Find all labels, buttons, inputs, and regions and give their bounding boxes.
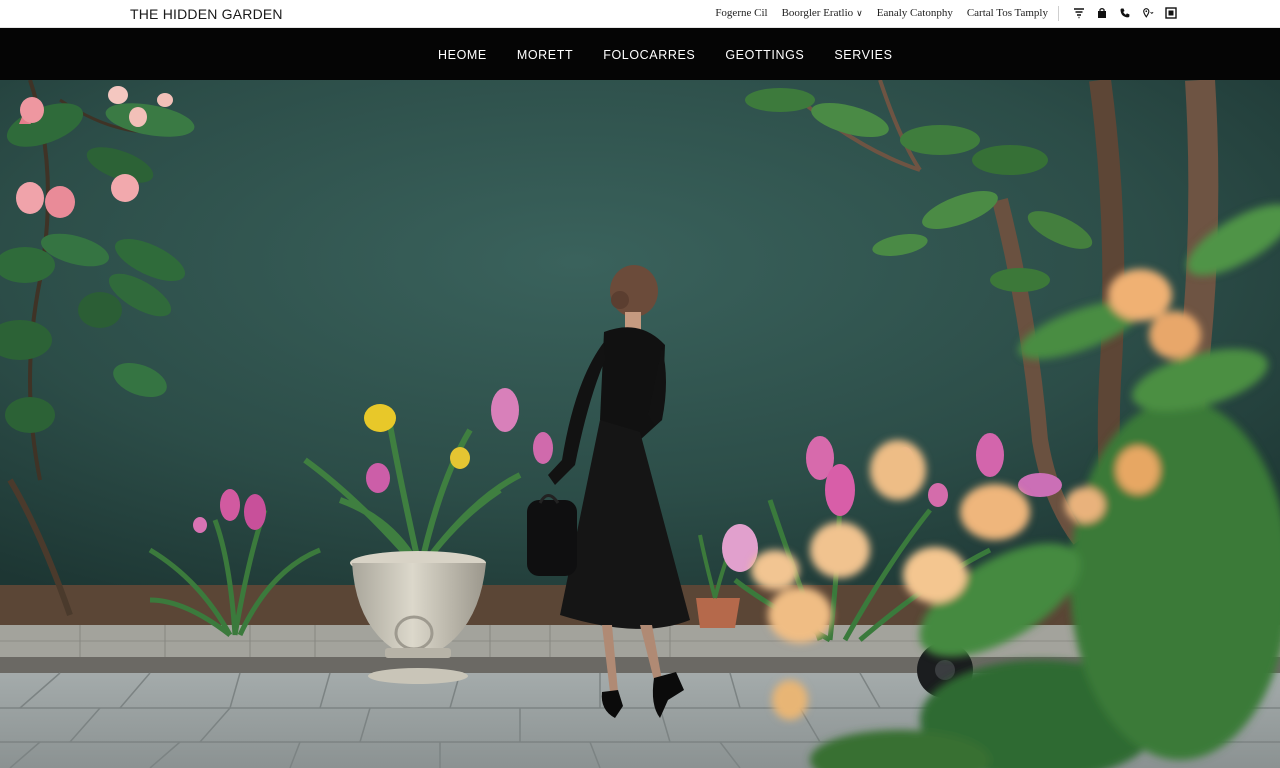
nav-item-folocarres[interactable]: FOLOCARRES — [603, 48, 695, 62]
hero-image — [0, 80, 1280, 768]
utility-link-1[interactable]: Fogerne Cil — [715, 7, 767, 19]
nav-item-geottings[interactable]: GEOTTINGS — [725, 48, 804, 62]
garden-scene-illustration — [0, 80, 1280, 768]
nav-item-services[interactable]: SERVIES — [834, 48, 892, 62]
nav-item-home[interactable]: HEOME — [438, 48, 487, 62]
utility-links: Fogerne Cil Boorgler Eratlio ∨ Eanaly Cat… — [715, 7, 1048, 19]
handbag — [527, 500, 577, 576]
main-nav: HEOME MORETT FOLOCARRES GEOTTINGS SERVIE… — [0, 28, 1280, 80]
utility-link-2-label: Boorgler Eratlio — [781, 7, 854, 19]
nav-menu: HEOME MORETT FOLOCARRES GEOTTINGS SERVIE… — [438, 48, 893, 62]
location-icon[interactable] — [1141, 6, 1155, 20]
grid-icon[interactable] — [1164, 6, 1178, 20]
utility-link-3[interactable]: Eanaly Catonphy — [877, 7, 953, 19]
top-utility-bar: THE HIDDEN GARDEN Fogerne Cil Boorgler E… — [0, 0, 1280, 28]
utility-icons — [1072, 6, 1178, 20]
bag-icon[interactable] — [1095, 6, 1109, 20]
nav-item-more[interactable]: MORETT — [517, 48, 573, 62]
chevron-down-icon: ∨ — [856, 8, 863, 18]
site-logo[interactable]: THE HIDDEN GARDEN — [130, 6, 283, 22]
filter-icon[interactable] — [1072, 6, 1086, 20]
phone-icon[interactable] — [1118, 6, 1132, 20]
divider — [1058, 6, 1059, 21]
utility-link-2[interactable]: Boorgler Eratlio ∨ — [782, 7, 863, 19]
utility-link-4[interactable]: Cartal Tos Tamply — [967, 7, 1048, 19]
